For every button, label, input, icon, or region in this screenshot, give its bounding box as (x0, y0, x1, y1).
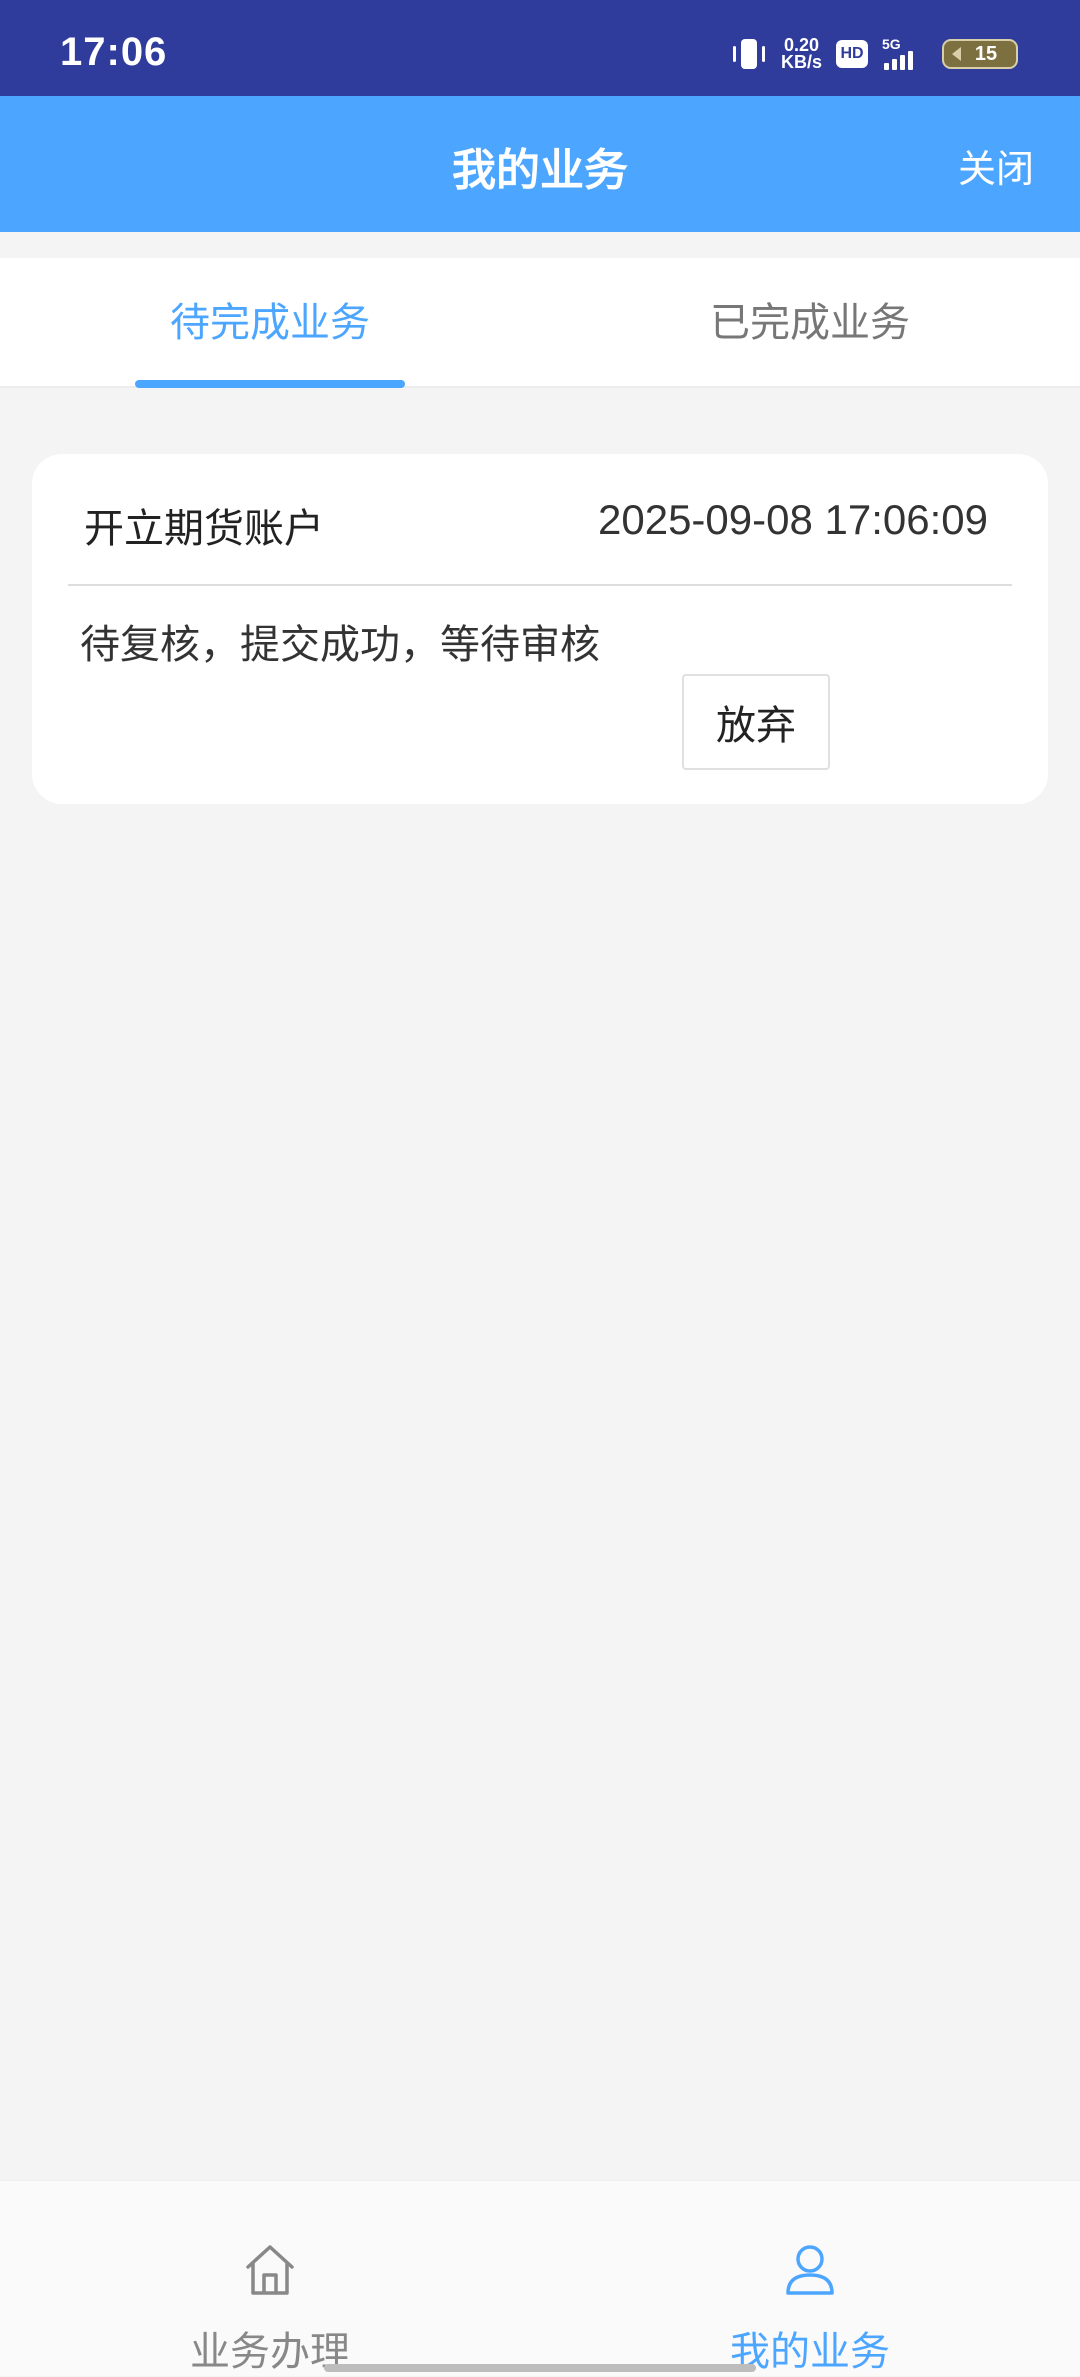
business-time: 2025-09-08 17:06:09 (598, 496, 988, 543)
battery-level: 15 (974, 42, 998, 65)
status-bar: 17:06 0.20 KB/s HD 5G 15 (0, 0, 1080, 96)
page-title: 我的业务 (452, 145, 628, 196)
bottom-nav: 业务办理 我的业务 (0, 2180, 1080, 2376)
app-header: 我的业务 关闭 (0, 96, 1080, 232)
signal-icon: 5G (882, 36, 928, 70)
abandon-button[interactable]: 放弃 (682, 674, 830, 770)
charging-bolt-icon (952, 47, 961, 61)
business-status: 待复核，提交成功，等待审核 (80, 622, 600, 668)
user-icon (786, 2245, 834, 2295)
status-icons: 0.20 KB/s HD 5G 15 (731, 34, 1018, 74)
tab-pending-business[interactable]: 待完成业务 (0, 258, 540, 388)
nav-item-my-business[interactable]: 我的业务 (540, 2181, 1080, 2377)
business-name: 开立期货账户 (84, 506, 324, 552)
nav-item-business[interactable]: 业务办理 (0, 2181, 540, 2377)
tab-completed-business[interactable]: 已完成业务 (540, 258, 1080, 388)
home-indicator[interactable] (324, 2364, 756, 2372)
network-type-label: 5G (882, 36, 901, 52)
battery-icon: 15 (942, 39, 1018, 69)
network-speed: 0.20 KB/s (780, 36, 822, 72)
close-button[interactable]: 关闭 (958, 138, 1034, 193)
network-speed-unit: KB/s (780, 52, 822, 72)
vibrate-icon (731, 37, 767, 71)
business-card[interactable]: 开立期货账户 2025-09-08 17:06:09 待复核，提交成功，等待审核… (32, 454, 1048, 804)
card-divider (68, 584, 1012, 586)
hd-icon: HD (836, 40, 868, 68)
tab-bar: 待完成业务 已完成业务 (0, 258, 1080, 388)
home-icon (246, 2245, 294, 2295)
status-time: 17:06 (60, 30, 168, 74)
active-tab-indicator (135, 380, 405, 388)
